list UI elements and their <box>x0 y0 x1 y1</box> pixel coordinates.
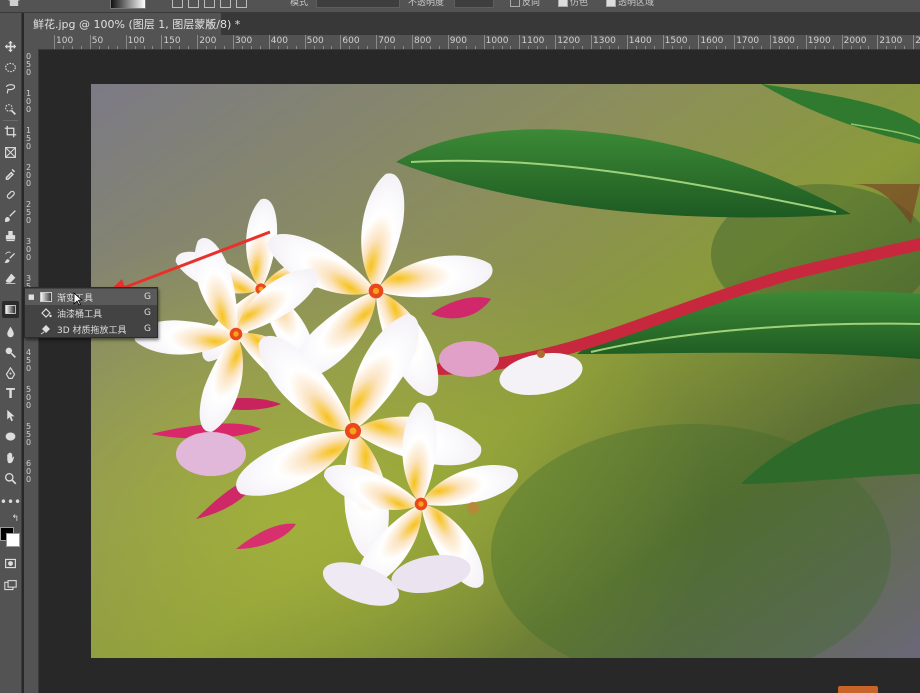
menu-item-label: 油漆桶工具 <box>57 309 103 320</box>
menu-item-gradient-tool[interactable]: ■ 渐变工具 G <box>25 289 157 305</box>
annotation-arrow <box>104 230 271 297</box>
menu-item-shortcut: G <box>144 324 151 334</box>
menu-item-paint-bucket-tool[interactable]: 油漆桶工具 G <box>25 305 157 321</box>
paint-bucket-icon <box>41 308 52 318</box>
menu-item-label: 3D 材质拖放工具 <box>57 325 127 336</box>
menu-item-shortcut: G <box>144 292 151 302</box>
3d-material-drop-icon <box>40 325 50 335</box>
menu-item-3d-material-drop-tool[interactable]: 3D 材质拖放工具 G <box>25 321 157 337</box>
menu-item-shortcut: G <box>144 308 151 318</box>
mouse-cursor-icon <box>73 292 83 306</box>
gradient-icon <box>40 292 52 302</box>
taskbar-corner <box>838 686 878 693</box>
selected-bullet-icon: ■ <box>28 293 35 301</box>
gradient-tool-flyout: ■ 渐变工具 G 油漆桶工具 G 3D 材质拖放工具 G <box>24 287 158 338</box>
